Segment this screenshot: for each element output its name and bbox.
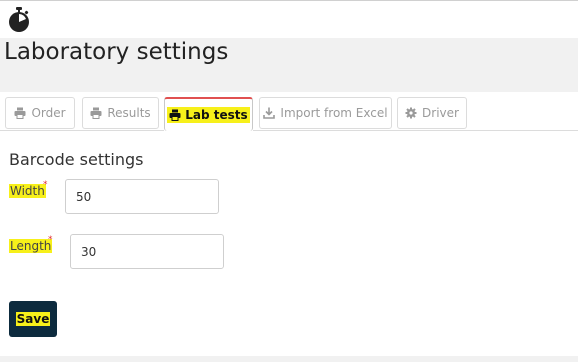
length-field[interactable]: [70, 234, 224, 269]
width-field[interactable]: [65, 179, 219, 214]
tab-divider-left: [0, 130, 164, 131]
settings-panel: Order Results Lab tests Import from Exce…: [0, 92, 578, 356]
page-title: Laboratory settings: [4, 39, 229, 65]
tab-lab-tests-highlight: Lab tests: [167, 107, 250, 123]
download-icon: [263, 107, 276, 119]
width-label: Width: [9, 184, 46, 198]
top-bar: [0, 0, 578, 38]
gear-icon: [405, 107, 417, 119]
width-required-marker: *: [43, 180, 48, 190]
length-label: Length: [9, 239, 53, 253]
length-required-marker: *: [48, 235, 53, 245]
stopwatch-icon[interactable]: [7, 7, 31, 33]
save-button-label: Save: [15, 312, 51, 326]
tab-order[interactable]: Order: [5, 97, 75, 129]
tab-order-label: Order: [31, 106, 66, 120]
printer-icon: [169, 109, 181, 121]
tab-results[interactable]: Results: [82, 97, 159, 129]
save-button[interactable]: Save: [9, 301, 57, 337]
tab-import-excel-label: Import from Excel: [280, 106, 388, 120]
tab-results-label: Results: [107, 106, 151, 120]
tab-import-excel[interactable]: Import from Excel: [259, 97, 392, 129]
printer-icon: [14, 107, 26, 119]
tab-lab-tests[interactable]: Lab tests: [164, 97, 253, 131]
tab-lab-tests-label: Lab tests: [185, 108, 248, 122]
tab-driver-label: Driver: [422, 106, 459, 120]
tab-divider: [253, 130, 578, 131]
tab-driver[interactable]: Driver: [397, 97, 467, 129]
section-title-barcode: Barcode settings: [9, 150, 144, 169]
printer-icon: [90, 107, 102, 119]
